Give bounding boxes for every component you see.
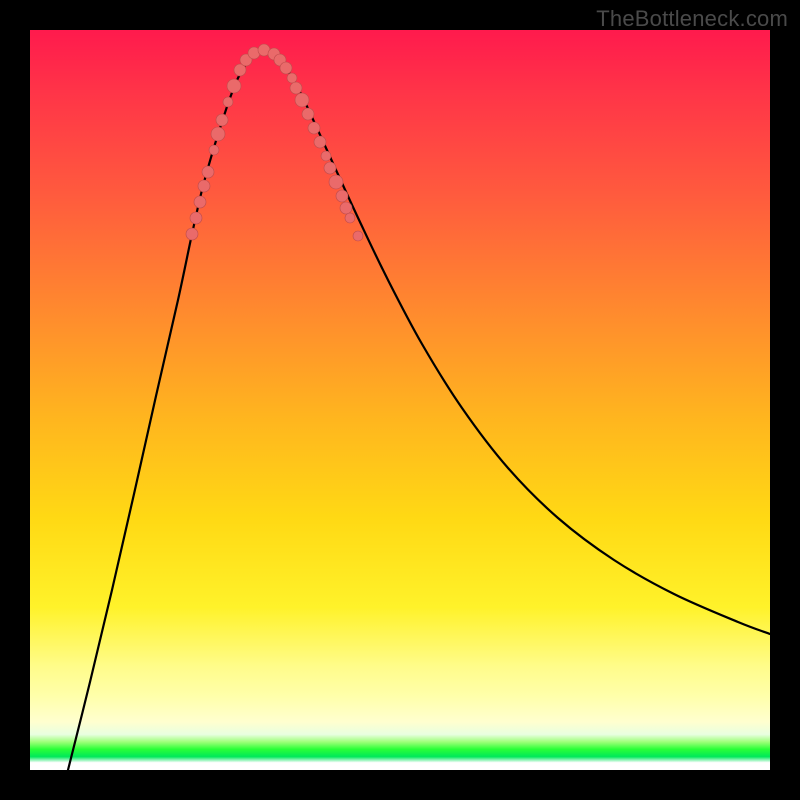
plot-area [30,30,770,770]
chart-frame: TheBottleneck.com [0,0,800,800]
curve-markers [186,44,363,241]
curve-marker [321,151,331,161]
curve-marker [198,180,210,192]
curve-marker [314,136,326,148]
curve-marker [287,73,297,83]
curve-marker [308,122,320,134]
curve-marker [202,166,214,178]
curve-marker [190,212,202,224]
watermark-text: TheBottleneck.com [596,6,788,32]
curve-marker [280,62,292,74]
curve-marker [345,213,355,223]
curve-marker [353,231,363,241]
curve-marker [211,127,225,141]
curve-marker [302,108,314,120]
curve-marker [227,79,241,93]
curve-marker [329,175,343,189]
curve-marker [223,97,233,107]
curve-marker [186,228,198,240]
chart-svg [30,30,770,770]
curve-marker [324,162,336,174]
curve-marker [216,114,228,126]
curve-marker [209,145,219,155]
curve-marker [290,82,302,94]
curve-marker [194,196,206,208]
curve-marker [340,202,352,214]
bottleneck-curve [68,50,770,770]
curve-marker [295,93,309,107]
curve-marker [336,190,348,202]
